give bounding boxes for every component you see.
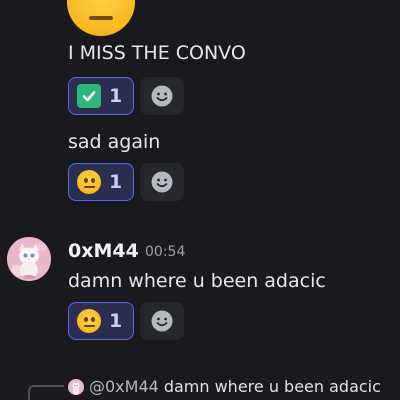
- reply-text: damn where u been adacic: [163, 377, 381, 396]
- smiley-icon: [151, 310, 173, 332]
- reaction-neutral-face-button[interactable]: 1: [68, 163, 134, 201]
- reaction-check-button[interactable]: 1: [68, 77, 134, 115]
- add-reaction-button[interactable]: [140, 77, 184, 115]
- smiley-icon: [151, 85, 173, 107]
- neutral-face-icon: [77, 170, 101, 194]
- reply-avatar: [68, 378, 84, 395]
- reply-connector: [28, 385, 64, 400]
- reply-preview[interactable]: @0xM44 damn where u been adacic: [68, 377, 381, 396]
- cat-avatar-icon: [68, 378, 84, 395]
- avatar[interactable]: [7, 237, 51, 281]
- reaction-count: 1: [109, 85, 123, 107]
- cat-avatar-icon: [7, 237, 51, 281]
- add-reaction-button[interactable]: [140, 163, 184, 201]
- message-text: sad again: [68, 131, 161, 153]
- neutral-face-emoji-large: [67, 0, 135, 36]
- timestamp: 00:54: [145, 244, 186, 260]
- username[interactable]: 0xM44: [68, 240, 139, 262]
- add-reaction-button[interactable]: [140, 302, 184, 340]
- message-text: damn where u been adacic: [68, 270, 326, 292]
- neutral-face-icon: [77, 309, 101, 333]
- reaction-neutral-face-button[interactable]: 1: [68, 302, 134, 340]
- reaction-count: 1: [109, 171, 123, 193]
- reply-mention[interactable]: @0xM44: [89, 377, 159, 396]
- smiley-icon: [151, 171, 173, 193]
- check-mark-icon: [77, 84, 101, 108]
- reaction-count: 1: [109, 310, 123, 332]
- message-text: I MISS THE CONVO: [68, 42, 246, 64]
